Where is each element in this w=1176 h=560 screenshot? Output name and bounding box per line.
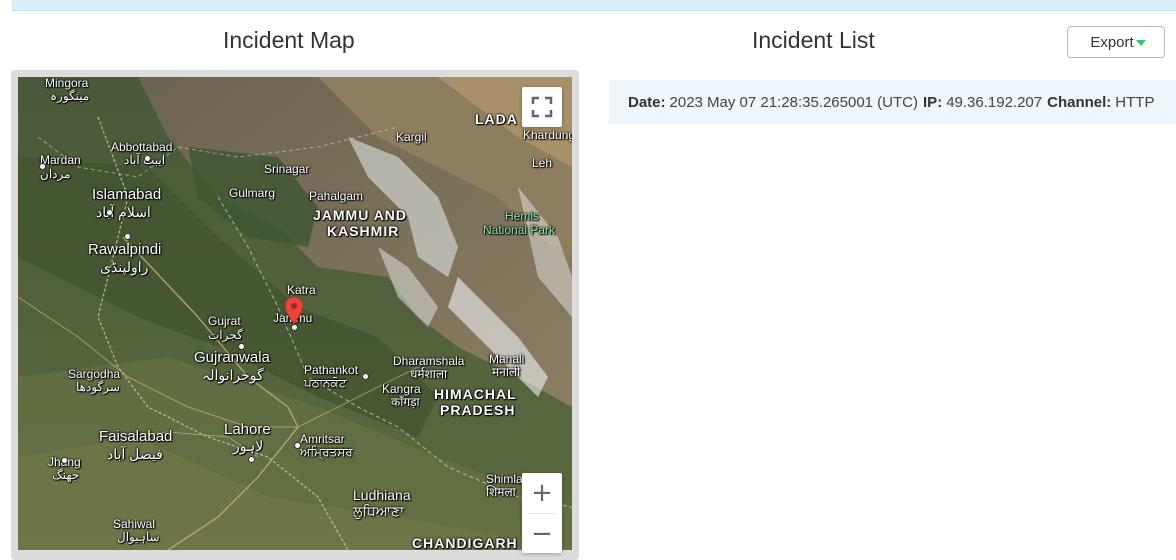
map-label-lahore: Lahore <box>224 421 271 438</box>
city-dot <box>238 343 245 350</box>
map-label-kargil: Kargil <box>396 130 427 144</box>
zoom-out-button[interactable]: − <box>522 514 562 553</box>
map-label-faisalabad: Faisalabad <box>99 428 173 445</box>
map-label-dharamshala-hi: धर्मशाला <box>410 367 448 381</box>
map-label-mardan-ur: مردان <box>40 167 71 181</box>
map-label-gujrat-ur: گجرات <box>208 328 243 342</box>
map-label-islamabad: Islamabad <box>92 186 162 203</box>
zoom-in-button[interactable]: + <box>522 473 562 513</box>
map-pin-icon[interactable] <box>284 296 304 330</box>
city-dot <box>106 209 113 216</box>
map-label-pahalgam: Pahalgam <box>309 189 364 203</box>
map-label-ludhiana: Ludhiana <box>353 487 411 503</box>
map-label-srinagar: Srinagar <box>264 162 310 176</box>
map-label-gujranwala-ur: گوجرانوالہ <box>202 367 264 383</box>
alert-banner <box>12 0 1176 11</box>
export-button[interactable]: Export <box>1067 26 1165 58</box>
city-dot <box>124 233 131 240</box>
map-label-katra: Katra <box>287 283 316 297</box>
ip-value: 49.36.192.207 <box>946 93 1043 111</box>
export-button-label: Export <box>1090 33 1134 51</box>
map-panel-title: Incident Map <box>223 27 355 53</box>
map-label-khardung: Khardung <box>523 128 572 142</box>
map-label-manali-hi: मनाली <box>492 365 521 379</box>
map-label-kangra: Kangra <box>382 382 421 396</box>
map-label-mingora: Mingora <box>45 77 89 90</box>
map-label-shimla-hi: शिमला <box>486 485 516 499</box>
city-dot <box>294 442 301 449</box>
map-label-manali: Manali <box>489 352 525 366</box>
city-dot <box>362 373 369 380</box>
map-label-hp-line2: PRADESH <box>440 402 516 418</box>
map-label-ludhiana-pa: ਲੁਧਿਆਣਾ <box>353 503 405 519</box>
map-label-jk-line1: JAMMU AND <box>313 207 408 223</box>
fullscreen-button[interactable] <box>522 87 562 127</box>
map-label-gujranwala: Gujranwala <box>194 349 270 366</box>
map-label-islamabad-ur: اسلام آباد <box>96 204 151 220</box>
map-label-abbottabad: Abbottabad <box>111 140 173 154</box>
map-label-sahiwal: Sahiwal <box>113 517 156 531</box>
map-label-hemis-line1: Hemis <box>505 209 540 223</box>
channel-label: Channel: <box>1047 93 1112 111</box>
city-dot <box>39 163 46 170</box>
map-label-gulmarg: Gulmarg <box>229 186 276 200</box>
ip-label: IP: <box>923 93 943 111</box>
map-label-rawalpindi-ur: راولپنڈی <box>100 259 149 275</box>
map-label-chandigarh: CHANDIGARH <box>412 535 518 550</box>
map-label-lahore-ur: لاہور <box>233 438 264 454</box>
map-label-sargodha-ur: سرگودھا <box>76 380 120 394</box>
map-label-sahiwal-ur: ساہیوال <box>117 530 160 544</box>
map-label-kangra-hi: काँगड़ा <box>391 395 420 409</box>
map-label-jhang-ur: جھنگ <box>52 468 80 482</box>
city-dot <box>144 155 151 162</box>
map-label-hp-line1: HIMACHAL <box>434 386 517 402</box>
map-label-shimla: Shimla <box>486 472 523 486</box>
city-dot <box>248 456 255 463</box>
map-label-mardan: Mardan <box>40 153 81 167</box>
map-label-rawalpindi: Rawalpindi <box>88 241 162 258</box>
map-label-faisalabad-ur: فیصل آباد <box>107 446 163 462</box>
map-label-dharamshala: Dharamshala <box>393 354 465 368</box>
map-label-gujrat: Gujrat <box>208 314 241 328</box>
date-value: 2023 May 07 21:28:35.265001 (UTC) <box>669 93 919 111</box>
map-label-amritsar: Amritsar <box>300 432 345 446</box>
channel-value: HTTP <box>1115 93 1155 111</box>
incident-list-item[interactable]: Date: 2023 May 07 21:28:35.265001 (UTC) … <box>609 80 1176 124</box>
list-panel-title: Incident List <box>752 27 875 53</box>
map-label-ladakh: LADA <box>475 111 518 127</box>
date-label: Date: <box>628 93 666 111</box>
map-label-hemis-line2: National Park <box>483 223 556 237</box>
map-label-leh: Leh <box>532 156 553 170</box>
city-dot <box>61 457 68 464</box>
map-label-jk-line2: KASHMIR <box>327 223 400 239</box>
map-label-pathankot: Pathankot <box>304 363 359 377</box>
map-label-amritsar-pa: ਅੰਮ੍ਰਿਤਸਰ <box>300 445 353 459</box>
zoom-control: + − <box>522 473 562 553</box>
fullscreen-icon <box>531 96 553 118</box>
map-label-mingora-ur: مینگورہ <box>50 89 90 103</box>
map-label-pathankot-pa: ਪਠਾਨਕੋਟ <box>304 376 347 390</box>
map-label-sargodha: Sargodha <box>68 367 121 381</box>
caret-down-icon <box>1135 39 1146 46</box>
